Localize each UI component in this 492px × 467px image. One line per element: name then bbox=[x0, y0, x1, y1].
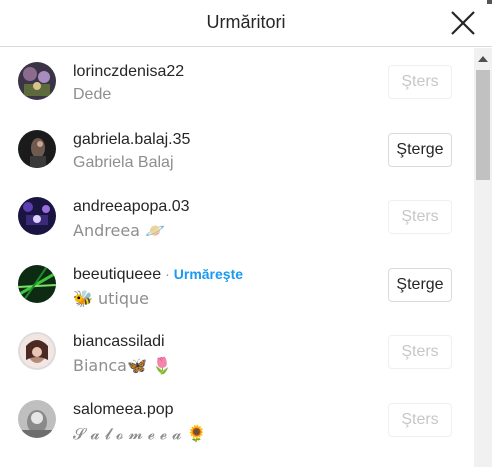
full-name: Dede bbox=[73, 86, 112, 103]
full-name: 🐝 utique bbox=[73, 289, 150, 308]
avatar[interactable] bbox=[18, 130, 56, 168]
list-item[interactable]: lorinczdenisa22 Dede Şters bbox=[0, 48, 472, 112]
scrollbar-thumb[interactable] bbox=[476, 70, 490, 180]
username[interactable]: biancassiladi bbox=[73, 333, 165, 350]
avatar[interactable] bbox=[18, 332, 56, 370]
dialog-title: Urmăritori bbox=[206, 12, 286, 32]
remove-follower-button[interactable]: Şterge bbox=[388, 268, 452, 302]
username[interactable]: andreeapopa.03 bbox=[73, 198, 190, 215]
list-item[interactable]: andreeapopa.03 Andreea 🪐 Şters bbox=[0, 183, 472, 247]
remove-follower-button[interactable]: Şters bbox=[388, 65, 452, 99]
username[interactable]: lorinczdenisa22 bbox=[73, 63, 184, 80]
list-item[interactable]: salomeea.pop 𝓢 𝓪 𝓵 𝓸 𝓶 𝓮 𝓮 𝓪 🌻 Şters bbox=[0, 386, 472, 450]
separator-dot: · bbox=[165, 266, 170, 282]
followers-list: lorinczdenisa22 Dede Şters gabriela.bala… bbox=[0, 48, 472, 467]
remove-follower-button[interactable]: Şters bbox=[388, 335, 452, 369]
remove-follower-button[interactable]: Şters bbox=[388, 403, 452, 437]
follow-link[interactable]: Urmăreşte bbox=[174, 266, 243, 282]
list-item[interactable]: gabriela.balaj.35 Gabriela Balaj Şterge bbox=[0, 116, 472, 180]
remove-follower-button[interactable]: Şterge bbox=[388, 133, 452, 167]
avatar[interactable] bbox=[18, 62, 56, 100]
full-name: Bianca🦋 🌷 bbox=[73, 356, 172, 375]
list-item[interactable]: beeutiqueee · Urmăreşte 🐝 utique Şterge bbox=[0, 251, 472, 315]
avatar[interactable] bbox=[18, 265, 56, 303]
scroll-up-arrow-icon[interactable] bbox=[478, 56, 488, 62]
username[interactable]: beeutiqueee bbox=[73, 266, 161, 283]
remove-follower-button[interactable]: Şters bbox=[388, 200, 452, 234]
list-item[interactable]: biancassiladi Bianca🦋 🌷 Şters bbox=[0, 318, 472, 382]
dialog-header: Urmăritori bbox=[0, 0, 492, 47]
avatar[interactable] bbox=[18, 400, 56, 438]
full-name: 𝓢 𝓪 𝓵 𝓸 𝓶 𝓮 𝓮 𝓪 🌻 bbox=[73, 424, 207, 443]
avatar[interactable] bbox=[18, 197, 56, 235]
close-icon[interactable] bbox=[449, 9, 477, 37]
full-name: Andreea 🪐 bbox=[73, 221, 165, 240]
username[interactable]: gabriela.balaj.35 bbox=[73, 131, 190, 148]
username[interactable]: salomeea.pop bbox=[73, 401, 174, 418]
full-name: Gabriela Balaj bbox=[73, 154, 174, 171]
window-edge-mark bbox=[487, 0, 492, 4]
